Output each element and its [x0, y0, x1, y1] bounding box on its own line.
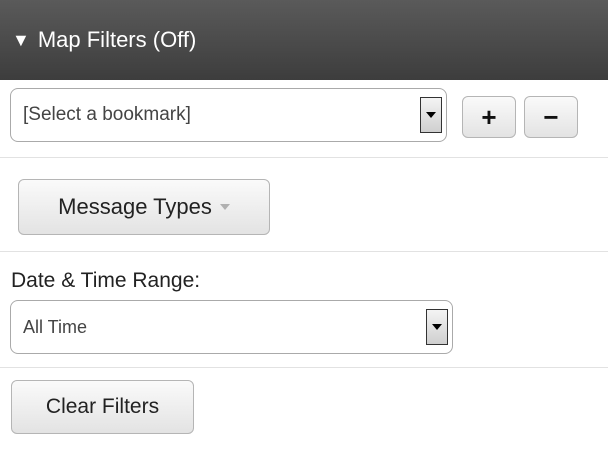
date-time-range-select[interactable]: All Time: [10, 300, 453, 354]
map-filters-header[interactable]: ▼ Map Filters (Off): [0, 0, 608, 80]
minus-icon: −: [543, 102, 559, 132]
date-time-range-label: Date & Time Range:: [11, 269, 201, 292]
divider: [0, 157, 608, 158]
map-filters-title: Map Filters (Off): [37, 27, 197, 52]
chevron-down-icon[interactable]: [426, 309, 448, 345]
caret-down-icon: [219, 204, 230, 210]
map-filters-panel: ▼ Map Filters (Off) [Select a bookmark] …: [0, 0, 608, 450]
add-bookmark-button[interactable]: +: [462, 96, 516, 138]
chevron-down-icon[interactable]: [420, 97, 442, 133]
clear-filters-button[interactable]: Clear Filters: [11, 380, 194, 434]
bookmark-select[interactable]: [Select a bookmark]: [10, 88, 447, 142]
remove-bookmark-button[interactable]: −: [524, 96, 578, 138]
bookmark-select-value: [Select a bookmark]: [23, 104, 191, 125]
message-types-label: Message Types: [58, 194, 212, 219]
date-time-range-value: All Time: [23, 316, 88, 337]
triangle-down-icon: ▼: [12, 29, 30, 50]
clear-filters-label: Clear Filters: [45, 395, 160, 418]
divider: [0, 367, 608, 368]
divider: [0, 251, 608, 252]
message-types-button[interactable]: Message Types: [18, 179, 270, 235]
plus-icon: +: [481, 102, 497, 132]
